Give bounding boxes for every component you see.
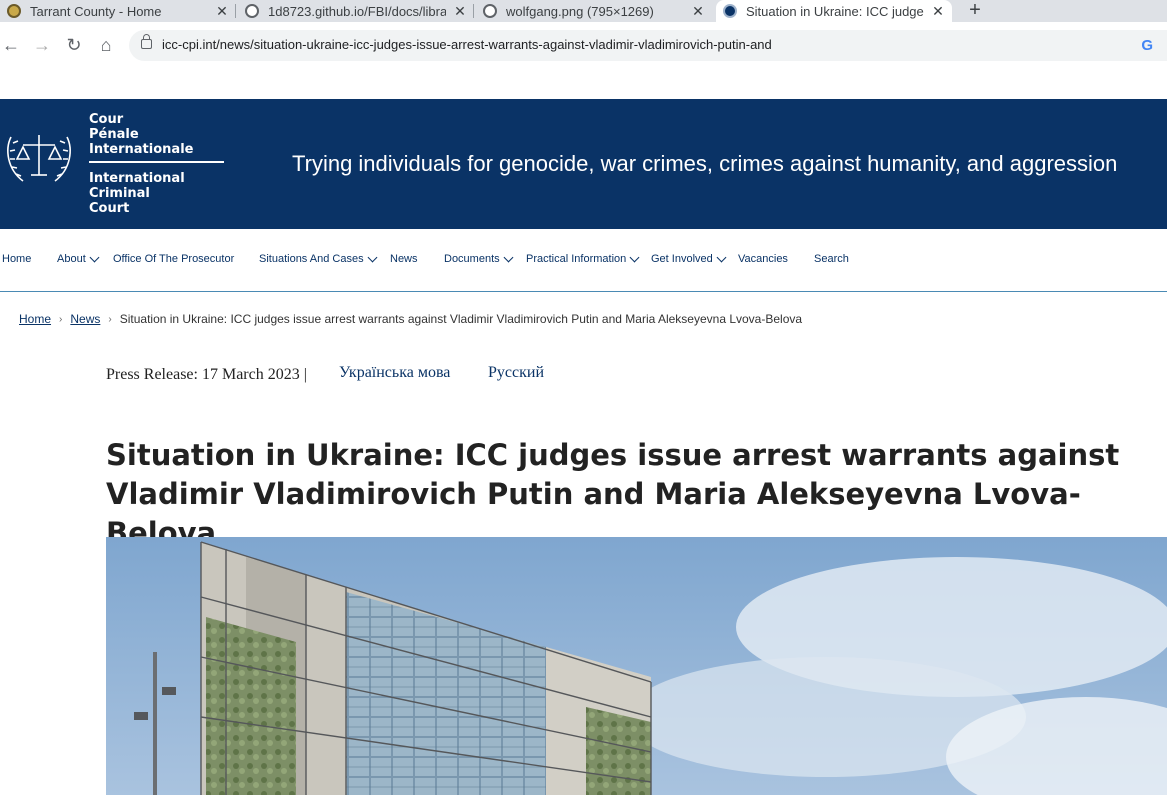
tab-title: Situation in Ukraine: ICC judges is: [746, 3, 924, 19]
browser-tab[interactable]: 1d8723.github.io/FBI/docs/library ✕: [238, 0, 474, 22]
nav-item-news[interactable]: News: [390, 253, 418, 265]
nav-item-practical[interactable]: Practical Information: [526, 252, 640, 265]
site-header: Cour Pénale Internationale International…: [0, 99, 1167, 229]
main-nav: Home About Office Of The Prosecutor Situ…: [0, 229, 1167, 292]
icc-emblem-icon[interactable]: [3, 123, 75, 189]
address-bar[interactable]: icc-cpi.int/news/situation-ukraine-icc-j…: [129, 30, 1167, 61]
nav-item-home[interactable]: Home: [2, 253, 31, 265]
press-release-date: Press Release: 17 March 2023 |: [106, 366, 307, 383]
article-hero-image: [106, 537, 1167, 795]
url-text: icc-cpi.int/news/situation-ukraine-icc-j…: [162, 37, 772, 52]
tab-title: Tarrant County - Home: [30, 3, 162, 19]
nav-item-documents[interactable]: Documents: [444, 252, 514, 265]
english-name: International Criminal Court: [89, 171, 185, 216]
lock-icon: [141, 34, 152, 49]
nav-item-label: Home: [2, 253, 32, 265]
globe-icon: [245, 4, 259, 18]
nav-item-label: About: [57, 253, 86, 265]
french-name-line: Pénale: [89, 127, 139, 142]
globe-icon: [483, 4, 497, 18]
nav-item-label: Get Involved: [651, 253, 713, 265]
close-icon[interactable]: ✕: [214, 3, 230, 20]
english-name-line: Criminal: [89, 186, 150, 201]
nav-item-label: News: [390, 253, 418, 265]
nav-item-label: Office Of The Prosecutor: [113, 253, 235, 265]
chevron-down-icon: [503, 252, 514, 262]
breadcrumb: Home › News › Situation in Ukraine: ICC …: [19, 312, 802, 326]
home-icon[interactable]: ⌂: [95, 34, 117, 56]
close-icon[interactable]: ✕: [930, 3, 946, 20]
chevron-down-icon: [716, 252, 727, 262]
english-name-line: Court: [89, 201, 130, 216]
nav-item-prosecutor[interactable]: Office Of The Prosecutor: [113, 253, 234, 265]
nav-item-label: Vacancies: [738, 253, 788, 265]
close-icon[interactable]: ✕: [690, 3, 706, 20]
tab-title: wolfgang.png (795×1269): [506, 3, 654, 19]
french-name-line: Internationale: [89, 142, 194, 157]
nav-item-situations[interactable]: Situations And Cases: [259, 252, 378, 265]
nav-item-label: Documents: [444, 253, 500, 265]
breadcrumb-news-link[interactable]: News: [70, 312, 100, 326]
logo-divider: [89, 161, 224, 163]
site-tagline: Trying individuals for genocide, war cri…: [292, 151, 1118, 176]
nav-item-about[interactable]: About: [57, 252, 100, 265]
english-name-line: International: [89, 171, 185, 186]
french-name-line: Cour: [89, 112, 124, 127]
language-link-russian[interactable]: Русский: [488, 364, 544, 382]
nav-item-label: Search: [814, 253, 849, 265]
breadcrumb-separator: ›: [108, 313, 112, 325]
chevron-down-icon: [89, 252, 100, 262]
chevron-down-icon: [367, 252, 378, 262]
icc-icon: [723, 4, 737, 18]
tab-title: 1d8723.github.io/FBI/docs/library: [268, 3, 446, 19]
google-icon[interactable]: G: [1141, 37, 1153, 54]
browser-tab-strip: Tarrant County - Home ✕ 1d8723.github.io…: [0, 0, 1167, 22]
new-tab-button[interactable]: +: [963, 0, 987, 22]
nav-item-vacancies[interactable]: Vacancies: [738, 253, 788, 265]
nav-item-label: Practical Information: [526, 253, 627, 265]
browser-tab-active[interactable]: Situation in Ukraine: ICC judges is ✕: [716, 0, 952, 22]
seal-icon: [7, 4, 21, 18]
browser-tab[interactable]: wolfgang.png (795×1269) ✕: [476, 0, 712, 22]
close-icon[interactable]: ✕: [452, 3, 468, 20]
nav-item-label: Situations And Cases: [259, 253, 364, 265]
french-name: Cour Pénale Internationale: [89, 112, 193, 157]
breadcrumb-separator: ›: [59, 313, 63, 325]
breadcrumb-home-link[interactable]: Home: [19, 312, 51, 326]
browser-tab[interactable]: Tarrant County - Home ✕: [0, 0, 236, 22]
forward-icon[interactable]: →: [31, 34, 53, 56]
breadcrumb-current: Situation in Ukraine: ICC judges issue a…: [119, 312, 803, 326]
chevron-down-icon: [629, 252, 640, 262]
reload-icon[interactable]: ↻: [63, 34, 85, 56]
nav-item-search[interactable]: Search: [814, 253, 849, 265]
language-link-ukrainian[interactable]: Українська мова: [339, 364, 450, 382]
article-title: Situation in Ukraine: ICC judges issue a…: [106, 438, 1120, 550]
nav-item-get-involved[interactable]: Get Involved: [651, 252, 727, 265]
back-icon[interactable]: ←: [0, 34, 22, 56]
